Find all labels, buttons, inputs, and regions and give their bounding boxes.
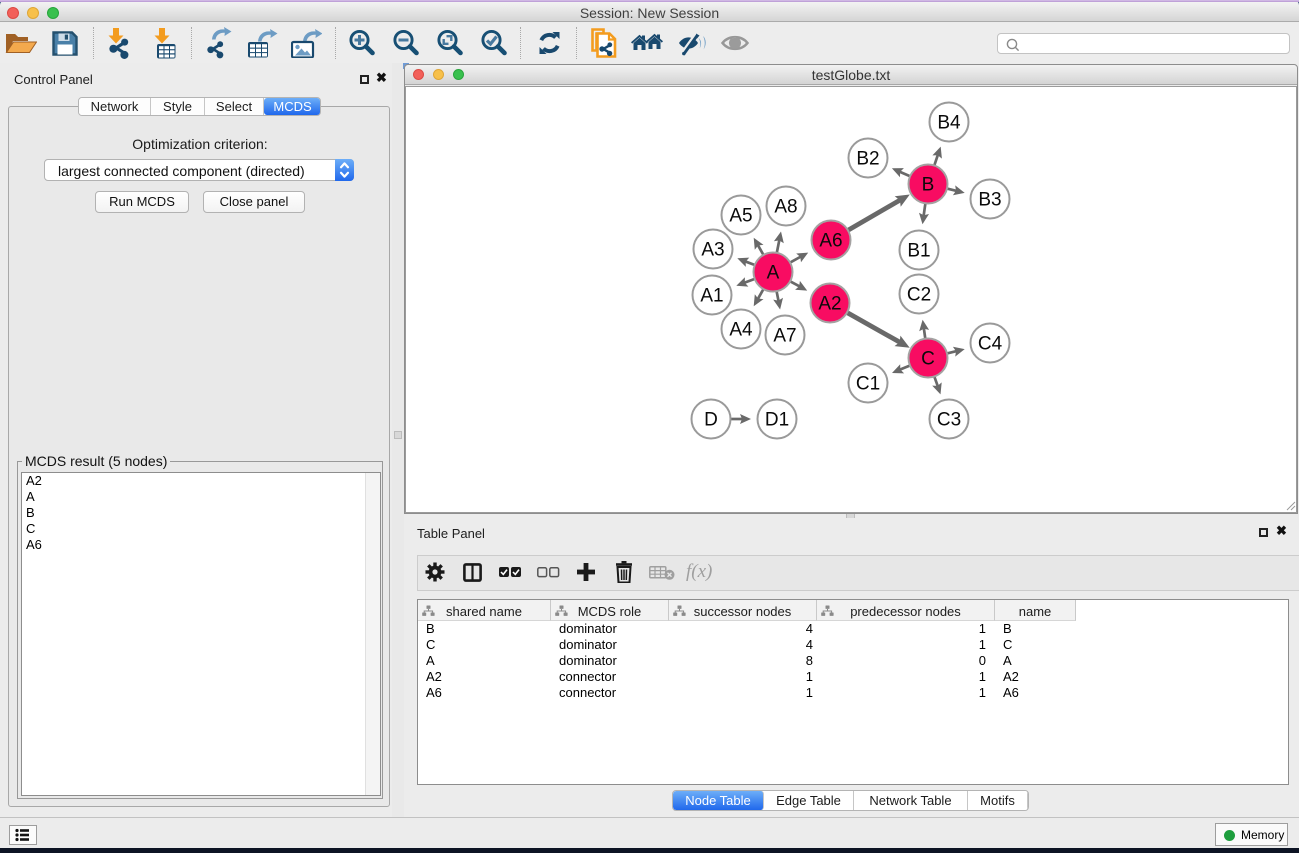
svg-text:A4: A4 — [729, 320, 753, 341]
svg-text:A7: A7 — [773, 326, 796, 347]
svg-text:A5: A5 — [729, 206, 752, 227]
svg-text:C: C — [921, 349, 935, 370]
svg-text:C4: C4 — [978, 334, 1003, 355]
svg-text:A1: A1 — [700, 286, 723, 307]
svg-text:B3: B3 — [978, 190, 1001, 211]
svg-text:B1: B1 — [907, 241, 930, 262]
svg-text:A6: A6 — [819, 231, 842, 252]
svg-text:B4: B4 — [937, 113, 961, 134]
svg-text:C2: C2 — [907, 285, 931, 306]
svg-text:C1: C1 — [856, 374, 880, 395]
svg-text:A2: A2 — [818, 294, 841, 315]
svg-text:C3: C3 — [937, 410, 961, 431]
svg-text:B2: B2 — [856, 149, 879, 170]
svg-text:A3: A3 — [701, 240, 724, 261]
svg-text:B: B — [922, 175, 935, 196]
svg-text:A8: A8 — [774, 197, 797, 218]
svg-text:D1: D1 — [765, 410, 789, 431]
svg-text:A: A — [767, 263, 780, 284]
svg-text:D: D — [704, 410, 718, 431]
